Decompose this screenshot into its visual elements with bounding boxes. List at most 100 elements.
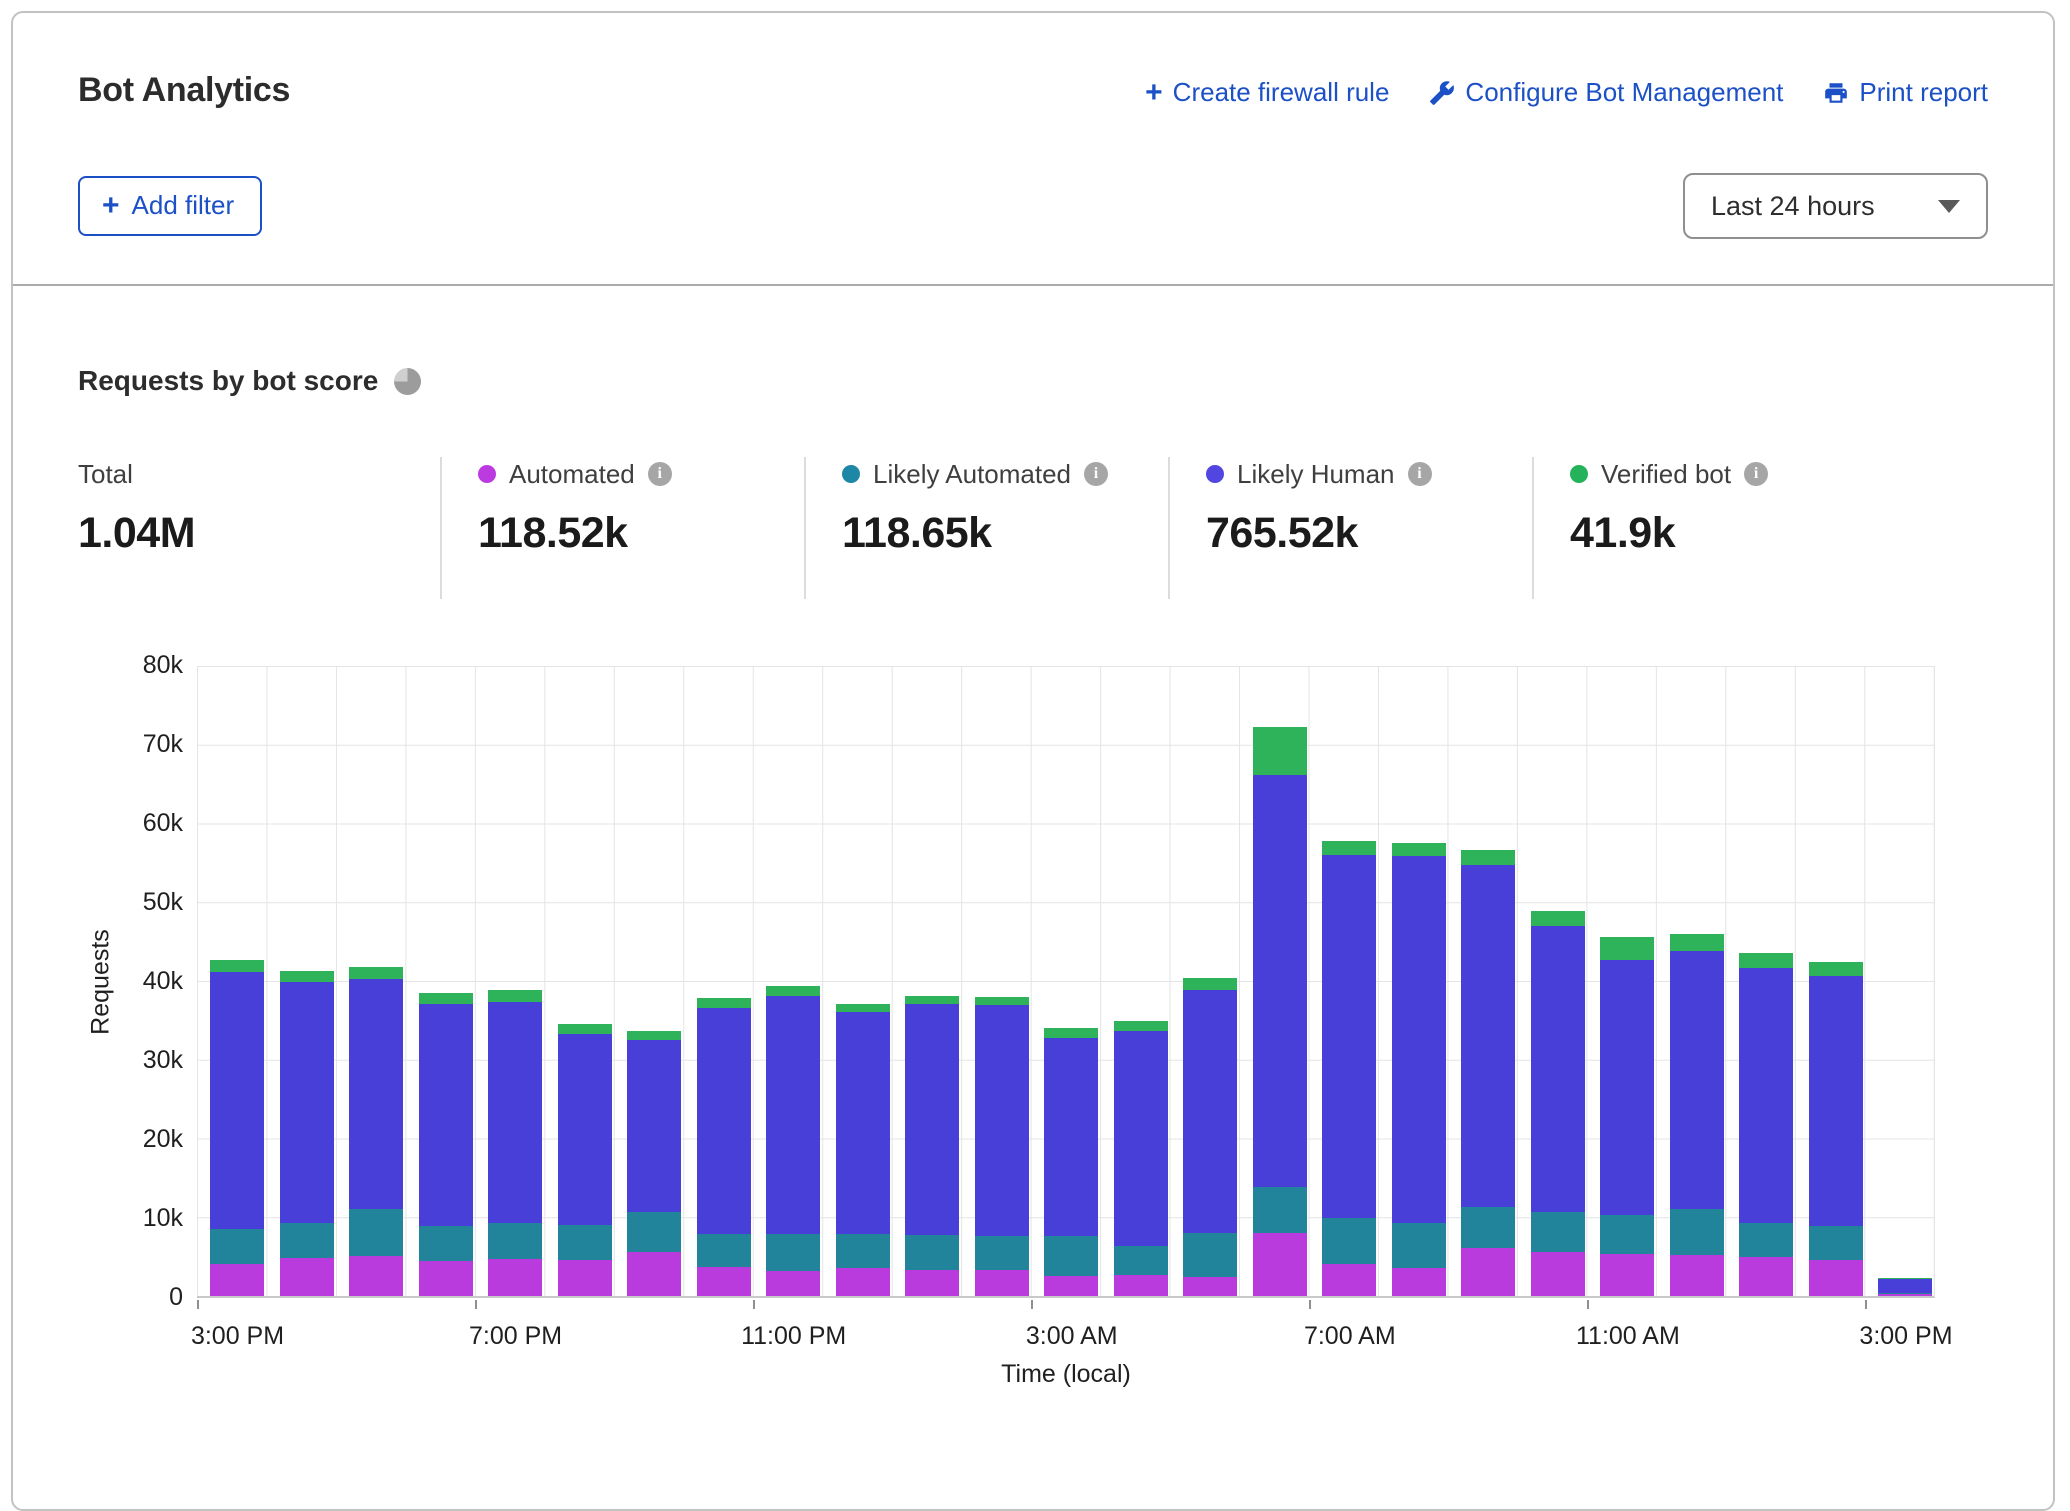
stacked-bar [975,997,1029,1296]
segment-likely-automated [975,1236,1029,1270]
segment-verified-bot [349,967,403,980]
bar-column-4:00-pm[interactable] [266,666,335,1296]
x-axis-tick [1309,1300,1311,1309]
stacked-bar [488,990,542,1296]
segment-verified-bot [1670,934,1724,951]
bar-column-1:00-pm[interactable] [1726,666,1795,1296]
bar-column-7:00-am[interactable] [1309,666,1378,1296]
info-icon[interactable]: i [1084,462,1108,486]
segment-likely-automated [1670,1209,1724,1255]
segment-automated [1322,1264,1376,1296]
segment-likely-human [836,1012,890,1234]
card-header: Bot Analytics + Create firewall rule Con… [78,71,1988,110]
x-axis-label: 3:00 PM [1859,1322,1952,1351]
bar-column-10:00-am[interactable] [1517,666,1586,1296]
stacked-bar [1183,978,1237,1296]
bar-column-5:00-am[interactable] [1170,666,1239,1296]
stat-label: Verified bot [1601,459,1731,490]
section-title: Requests by bot score [78,365,378,397]
plus-icon: + [102,191,120,221]
stacked-bar [1739,953,1793,1296]
segment-likely-human [975,1005,1029,1236]
segment-likely-human [627,1040,681,1212]
segment-automated [210,1264,264,1296]
segment-likely-human [419,1004,473,1226]
segment-likely-automated [1253,1187,1307,1233]
bar-column-9:00-am[interactable] [1448,666,1517,1296]
bars-layer [197,666,1934,1296]
bar-column-2:00-pm[interactable] [1795,666,1864,1296]
bar-column-3:00-pm[interactable] [197,666,266,1296]
bar-column-12:00-pm[interactable] [1656,666,1725,1296]
configure-bot-management-label: Configure Bot Management [1465,77,1783,108]
bar-column-7:00-pm[interactable] [475,666,544,1296]
create-firewall-rule-link[interactable]: + Create firewall rule [1145,77,1389,108]
segment-automated [1114,1275,1168,1296]
segment-automated [1809,1260,1863,1296]
segment-likely-automated [1809,1226,1863,1261]
stacked-bar [697,998,751,1296]
y-axis-label: 30k [53,1046,183,1075]
bar-column-12:00-am[interactable] [822,666,891,1296]
bar-column-3:00-am[interactable] [1031,666,1100,1296]
segment-automated [1183,1277,1237,1296]
x-axis-tick [1865,1300,1867,1309]
segment-likely-automated [1392,1223,1446,1267]
bar-column-3:00-pm[interactable] [1865,666,1934,1296]
info-icon[interactable]: i [1408,462,1432,486]
segment-automated [1531,1252,1585,1296]
stacked-bar [1878,1278,1932,1296]
stats-row: Total 1.04M Automated i 118.52k Likely A… [78,457,1896,599]
time-range-select[interactable]: Last 24 hours [1683,173,1988,239]
bar-column-5:00-pm[interactable] [336,666,405,1296]
segment-automated [766,1271,820,1296]
y-axis-label: 40k [53,967,183,996]
add-filter-button[interactable]: + Add filter [78,176,262,236]
bar-column-8:00-pm[interactable] [544,666,613,1296]
segment-automated [627,1252,681,1296]
segment-likely-automated [280,1223,334,1259]
bar-column-1:00-am[interactable] [892,666,961,1296]
x-axis-tick [1031,1300,1033,1309]
y-axis-label: 0 [53,1283,183,1312]
stacked-bar [1114,1021,1168,1296]
stacked-bar [558,1024,612,1296]
y-axis-label: 50k [53,888,183,917]
x-axis-title: Time (local) [1001,1360,1131,1389]
segment-likely-automated [1322,1218,1376,1264]
bar-column-11:00-am[interactable] [1587,666,1656,1296]
segment-likely-automated [905,1235,959,1270]
bar-column-6:00-pm[interactable] [405,666,474,1296]
stacked-bar [1600,937,1654,1296]
bar-column-10:00-pm[interactable] [683,666,752,1296]
stat-total: Total 1.04M [78,457,440,599]
segment-likely-human [488,1002,542,1222]
info-icon[interactable]: i [1744,462,1768,486]
print-report-link[interactable]: Print report [1823,77,1988,108]
configure-bot-management-link[interactable]: Configure Bot Management [1429,77,1783,108]
header-actions: + Create firewall rule Configure Bot Man… [1145,71,1988,108]
segment-likely-automated [766,1234,820,1271]
info-icon[interactable]: i [648,462,672,486]
bar-column-11:00-pm[interactable] [753,666,822,1296]
stat-label: Automated [509,459,635,490]
segment-likely-automated [558,1225,612,1261]
bar-column-2:00-am[interactable] [961,666,1030,1296]
segment-verified-bot [1461,850,1515,864]
stacked-bar [766,986,820,1296]
bar-column-4:00-am[interactable] [1100,666,1169,1296]
segment-verified-bot [1739,953,1793,968]
segment-verified-bot [1044,1028,1098,1038]
filter-row: + Add filter Last 24 hours [78,173,1988,239]
header-divider [13,284,2053,286]
bar-column-9:00-pm[interactable] [614,666,683,1296]
stacked-bar [1531,911,1585,1296]
segment-likely-automated [1739,1223,1793,1256]
bar-column-6:00-am[interactable] [1239,666,1308,1296]
stacked-bar [1322,841,1376,1296]
bar-column-8:00-am[interactable] [1378,666,1447,1296]
stat-likely-human: Likely Human i 765.52k [1168,457,1532,599]
pie-chart-icon [394,368,421,395]
segment-automated [1392,1268,1446,1296]
x-axis-label: 7:00 PM [469,1322,562,1351]
